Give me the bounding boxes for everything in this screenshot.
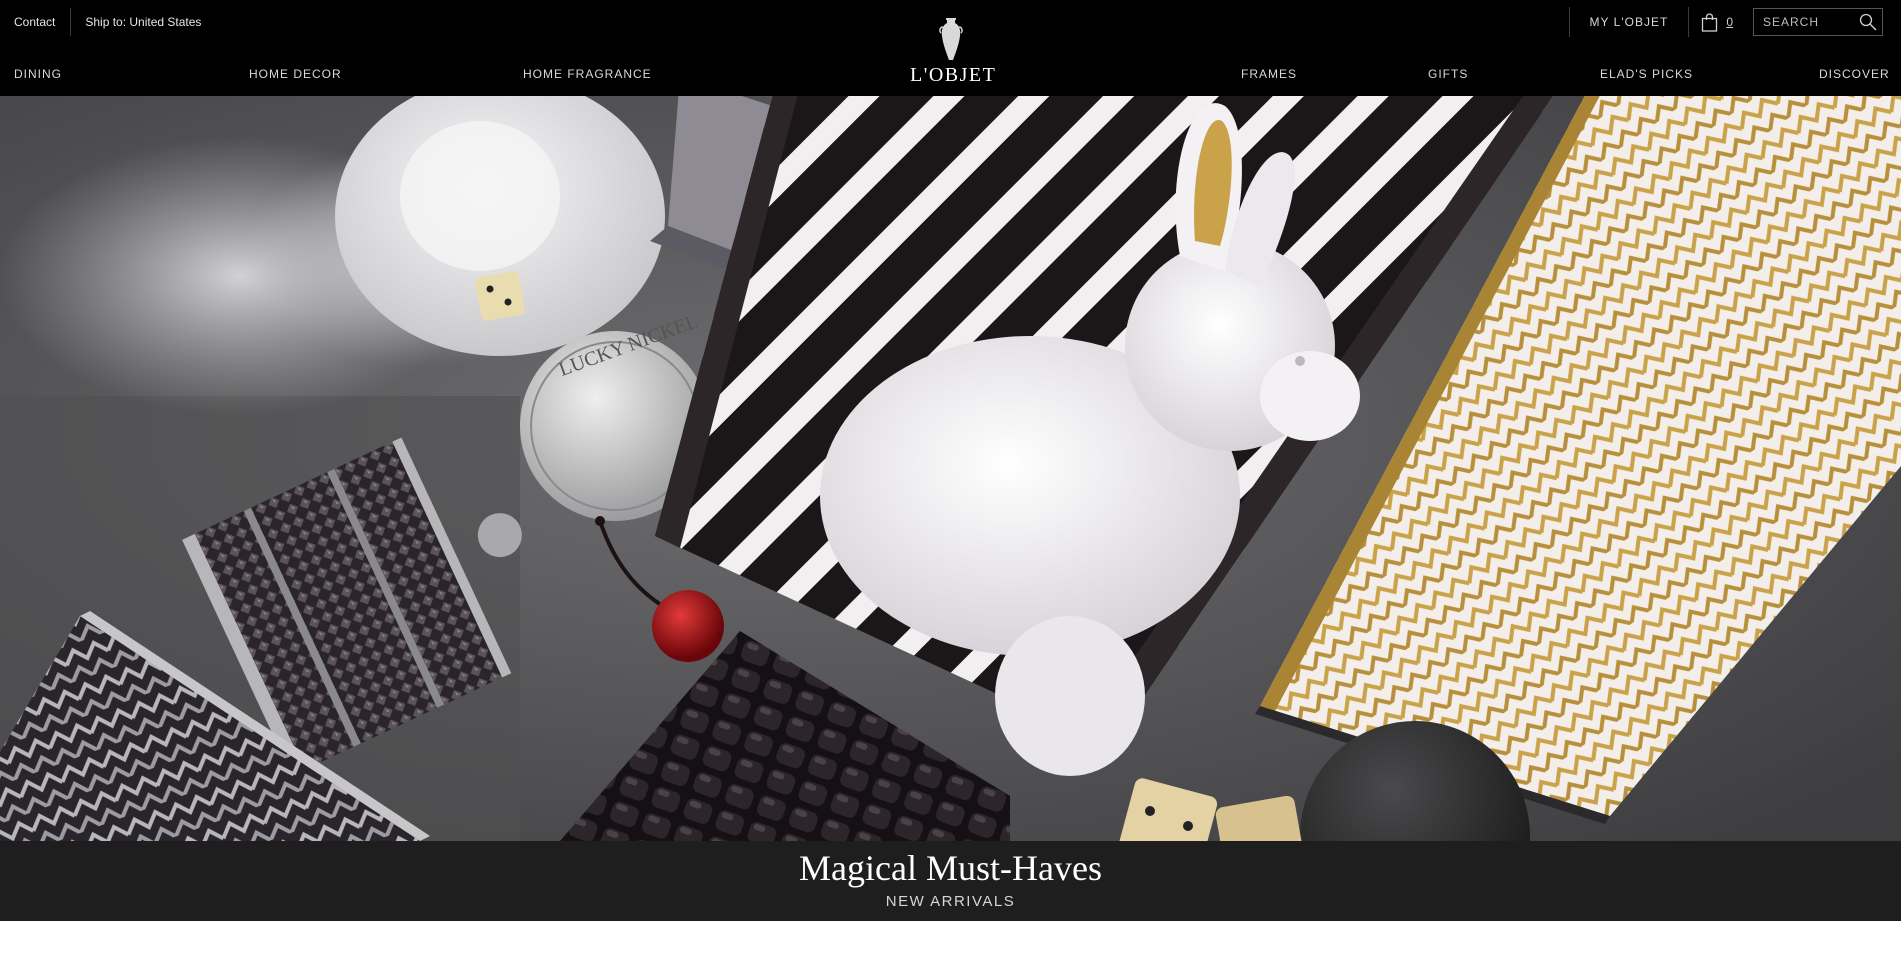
ship-to-selector[interactable]: Ship to: United States [85, 15, 201, 29]
hero-caption[interactable]: Magical Must-Haves NEW ARRIVALS [0, 841, 1901, 921]
hero-image: LUCKY NICKEL [0, 96, 1901, 841]
cart-count: 0 [1726, 15, 1733, 29]
nav-item-discover[interactable]: DISCOVER [1819, 67, 1890, 81]
search-box [1753, 8, 1883, 36]
nav-item-home-fragrance[interactable]: HOME FRAGRANCE [523, 67, 652, 81]
site-logo[interactable]: L'OBJET [910, 18, 997, 88]
hero-title[interactable]: Magical Must-Haves [0, 847, 1901, 889]
contact-link[interactable]: Contact [14, 15, 55, 29]
nav-item-home-decor[interactable]: HOME DECOR [249, 67, 342, 81]
utility-bar-right: MY L'OBJET 0 [1568, 7, 1883, 37]
hero-subtitle[interactable]: NEW ARRIVALS [0, 893, 1901, 910]
nav-item-dining[interactable]: DINING [14, 67, 62, 81]
magnifier-icon[interactable] [1858, 12, 1878, 32]
nav-item-frames[interactable]: FRAMES [1241, 67, 1297, 81]
search-input[interactable] [1754, 9, 1854, 35]
cart-button[interactable]: 0 [1689, 12, 1753, 32]
site-header: Contact Ship to: United States L'OBJET M… [0, 0, 1901, 96]
hero-banner[interactable]: LUCKY NICKEL [0, 96, 1901, 841]
nav-item-gifts[interactable]: GIFTS [1428, 67, 1468, 81]
divider [70, 8, 72, 36]
logo-wordmark: L'OBJET [910, 64, 997, 86]
amphora-urn-icon [939, 18, 963, 60]
nav-item-elads-picks[interactable]: ELAD'S PICKS [1600, 67, 1693, 81]
shopping-bag-icon [1702, 12, 1718, 32]
my-account-link[interactable]: MY L'OBJET [1570, 15, 1689, 29]
utility-bar-left: Contact Ship to: United States [14, 0, 201, 44]
